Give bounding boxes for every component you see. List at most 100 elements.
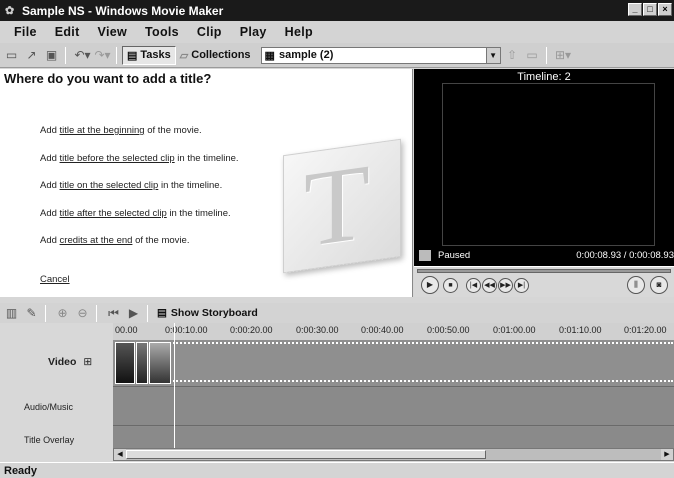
monitor-title: Timeline: 2 [517,71,571,83]
collection-select[interactable]: ▦ sample (2) ▼ [260,46,501,64]
track-border [173,342,673,344]
show-storyboard-label: Show Storyboard [170,307,258,319]
minimize-button[interactable]: _ [628,3,642,16]
toolbar: ▭ ↗ ▣ ↶▾ ↷▾ ▤ Tasks ▱ Collections ▦ samp… [0,43,674,68]
title-option: Add title at the beginning of the movie. [40,125,202,136]
open-project-icon[interactable]: ↗ [23,47,40,64]
toolbar-separator [147,304,148,322]
stop-icon[interactable]: ■ [443,278,458,293]
timeline-tracks [113,340,674,448]
zoom-in-icon[interactable]: ⊕ [54,305,71,322]
menu-tools[interactable]: Tools [136,25,188,39]
fast-forward-icon[interactable]: ▶▶ [498,278,513,293]
tasks-icon: ▤ [127,49,138,62]
folder-icon: ▱ [179,49,189,62]
title-overlay-track[interactable] [113,427,674,448]
credits-at-end-link[interactable]: credits at the end [60,235,133,246]
chevron-down-icon[interactable]: ▼ [485,47,500,63]
play-icon[interactable]: ▶ [421,276,439,294]
cancel-option: Cancel [40,274,70,285]
collections-label: Collections [191,49,251,61]
up-folder-icon[interactable]: ⇧ [504,47,521,64]
narrate-icon[interactable]: ✎ [23,305,40,322]
play-timeline-icon[interactable]: ▶ [125,305,142,322]
title-option: Add title before the selected clip in th… [40,153,239,164]
title-after-clip-link[interactable]: title after the selected clip [60,208,167,219]
preview-monitor: Timeline: 2 Paused 0:00:08.93 / 0:00:08.… [414,69,674,297]
snapshot-icon[interactable]: ◙ [650,276,668,294]
ruler-tick: 0:01:20.00 [624,325,667,335]
views-icon[interactable]: ⊞▾ [555,47,572,64]
storyboard-icon: ▤ [157,307,167,319]
title-before-clip-link[interactable]: title before the selected clip [60,153,175,164]
show-storyboard-button[interactable]: ▤ Show Storyboard [157,307,258,319]
menu-play[interactable]: Play [231,25,276,39]
video-clip[interactable] [149,342,171,384]
new-folder-icon[interactable]: ▭ [524,47,541,64]
menu-help[interactable]: Help [276,25,322,39]
app-icon: ✿ [5,4,15,17]
track-labels: Video ⊞ Audio/Music Title Overlay [0,323,113,463]
collections-button[interactable]: ▱ Collections [176,46,255,65]
status-bar: Ready [0,462,674,478]
taskpane-heading: Where do you want to add a title? [4,71,212,86]
toolbar-separator [65,46,66,64]
title-task-pane: Where do you want to add a title? T Add … [0,69,413,297]
scroll-thumb[interactable] [126,450,486,459]
video-clip[interactable] [136,342,148,384]
playback-status: Paused [438,250,471,261]
set-audio-levels-icon[interactable]: ▥ [3,305,20,322]
rewind-icon[interactable]: ◀◀ [482,278,497,293]
menu-clip[interactable]: Clip [188,25,231,39]
ruler-tick: 0:00:50.00 [427,325,470,335]
maximize-button[interactable]: □ [643,3,657,16]
split-icon[interactable]: ⫼ [627,276,645,294]
tasks-button[interactable]: ▤ Tasks [122,45,176,65]
title-option: Add title on the selected clip in the ti… [40,180,223,191]
menu-file[interactable]: File [0,25,46,39]
undo-icon[interactable]: ↶▾ [74,47,91,64]
menu-view[interactable]: View [89,25,136,39]
toolbar-separator [45,304,46,322]
video-track[interactable] [113,340,674,387]
title-bar: ✿ Sample NS - Windows Movie Maker _ □ × [0,0,674,21]
menu-bar: File Edit View Tools Clip Play Help [0,21,674,43]
title-option: Add credits at the end of the movie. [40,235,190,246]
video-track-label: Video ⊞ [48,356,93,368]
scroll-left-icon[interactable]: ◀ [114,449,126,460]
save-project-icon[interactable]: ▣ [43,47,60,64]
ruler-tick: 0:00:30.00 [296,325,339,335]
playhead-indicator[interactable] [174,323,175,448]
seek-bar[interactable] [417,269,671,273]
tasks-label: Tasks [140,49,171,61]
rewind-timeline-icon[interactable]: ⏮ [105,305,122,322]
title-watermark-icon: T [283,138,401,274]
movie-maker-window: ✿ Sample NS - Windows Movie Maker _ □ × … [0,0,674,478]
ruler-tick: 0:01:00.00 [493,325,536,335]
new-project-icon[interactable]: ▭ [3,47,20,64]
toolbar-separator [96,304,97,322]
audio-music-track[interactable] [113,388,674,426]
next-frame-icon[interactable]: ▶| [514,278,529,293]
ruler-tick: 0:00:40.00 [361,325,404,335]
ruler-tick: 0:00:10.00 [165,325,208,335]
menu-edit[interactable]: Edit [46,25,89,39]
ruler-tick: 0:01:10.00 [559,325,602,335]
playback-time: 0:00:08.93 / 0:00:08.93 [576,250,674,261]
monitor-status-bar: Paused 0:00:08.93 / 0:00:08.93 [414,246,674,266]
title-on-clip-link[interactable]: title on the selected clip [60,180,159,191]
playback-controls: ▶ ■ |◀ ◀◀ ▶▶ ▶| ⫼ ◙ [414,266,674,297]
timeline-ruler[interactable]: 00.00 0:00:10.00 0:00:20.00 0:00:30.00 0… [113,323,674,340]
video-clip[interactable] [115,342,135,384]
toolbar-separator [116,46,117,64]
zoom-out-icon[interactable]: ⊖ [74,305,91,322]
title-at-beginning-link[interactable]: title at the beginning [60,125,145,136]
scroll-right-icon[interactable]: ▶ [661,449,673,460]
timeline-toolbar: ▥ ✎ ⊕ ⊖ ⏮ ▶ ▤ Show Storyboard [0,303,674,323]
timeline-scrollbar[interactable]: ◀ ▶ [113,448,674,461]
expand-icon[interactable]: ⊞ [83,356,92,368]
close-button[interactable]: × [658,3,672,16]
cancel-link[interactable]: Cancel [40,274,70,285]
previous-frame-icon[interactable]: |◀ [466,278,481,293]
redo-icon[interactable]: ↷▾ [94,47,111,64]
